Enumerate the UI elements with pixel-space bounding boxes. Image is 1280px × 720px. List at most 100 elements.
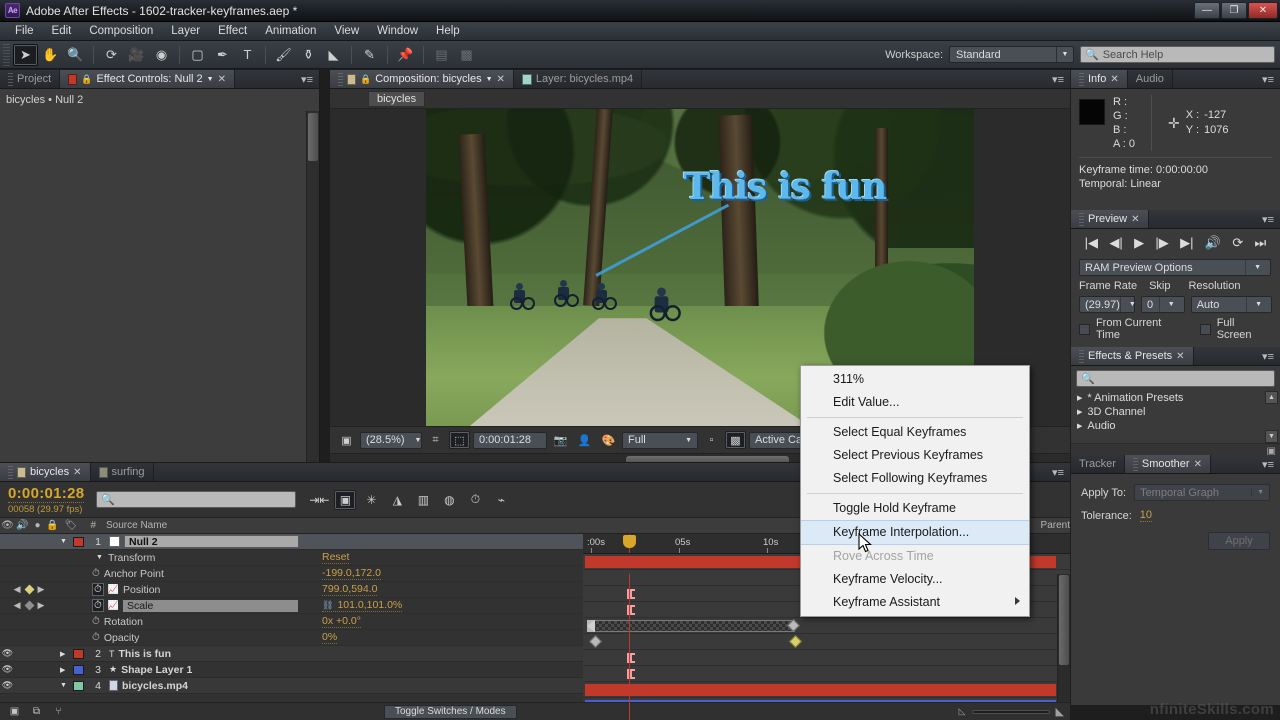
chevron-right-icon[interactable]: ▶ [1077, 408, 1082, 416]
effects-search-input[interactable]: 🔍 [1076, 370, 1275, 387]
zoom-out-icon[interactable]: ◺ [959, 706, 966, 717]
panel-menu-button[interactable]: ▾≡ [1256, 70, 1280, 88]
roto-brush-tool[interactable]: ✎ [357, 44, 382, 66]
context-menu-item[interactable]: Keyframe Assistant [801, 591, 1029, 614]
property-name[interactable]: Rotation [104, 616, 143, 628]
toggle-switches-modes-button[interactable]: Toggle Switches / Modes [384, 704, 517, 719]
menu-edit[interactable]: Edit [43, 23, 81, 39]
stopwatch-icon[interactable]: ⏱ [92, 568, 100, 579]
layer-duration-bar[interactable] [585, 684, 1056, 696]
graph-icon[interactable]: 📈 [108, 584, 119, 595]
pen-tool[interactable]: ✒ [210, 44, 235, 66]
layer-name[interactable]: This is fun [119, 648, 172, 660]
effect-controls-empty-area[interactable] [0, 111, 305, 462]
property-name[interactable]: Opacity [104, 632, 140, 644]
overlay-text-layer[interactable]: This is fun [684, 166, 888, 208]
always-preview-icon[interactable]: ▣ [336, 431, 357, 449]
property-name[interactable]: Anchor Point [104, 568, 164, 580]
layer-label-color[interactable] [73, 536, 84, 547]
previous-keyframe-icon[interactable]: ◀ [14, 600, 21, 611]
frame-rate-select[interactable]: (29.97) ▼ [1079, 296, 1136, 313]
property-name[interactable]: Scale [123, 599, 299, 612]
tolerance-value[interactable]: 10 [1139, 509, 1153, 522]
scrollbar-thumb[interactable] [308, 113, 318, 161]
zoom-tool[interactable]: 🔍 [63, 44, 88, 66]
chevron-right-icon[interactable]: ▶ [1077, 422, 1082, 430]
full-screen-checkbox[interactable] [1199, 323, 1211, 335]
graph-icon[interactable]: 📈 [108, 600, 119, 611]
menu-effect[interactable]: Effect [209, 23, 256, 39]
frame-blending-icon[interactable]: ◮ [386, 490, 408, 510]
search-help-input[interactable]: 🔍 Search Help [1080, 46, 1275, 63]
draft-3d-icon[interactable]: ▣ [334, 489, 357, 510]
menu-view[interactable]: View [325, 23, 368, 39]
layer-name[interactable]: bicycles.mp4 [122, 680, 188, 692]
from-current-time-checkbox[interactable] [1079, 323, 1090, 335]
tab-effect-controls[interactable]: 🔒 Effect Controls: Null 2 ▼ ✕ [60, 70, 235, 88]
comp-flowchart-icon[interactable]: ⧉ [28, 705, 45, 719]
stopwatch-icon[interactable]: ⏱ [92, 616, 100, 627]
take-snapshot-icon[interactable]: 📷 [550, 431, 571, 449]
brush-tool[interactable]: 🖌 [271, 44, 296, 66]
close-icon[interactable]: ✕ [1176, 351, 1184, 362]
property-value[interactable]: -199.0,172.0 [322, 567, 381, 579]
context-menu-item[interactable]: 311% [801, 368, 1029, 391]
skip-select[interactable]: 0 ▼ [1141, 296, 1185, 313]
keyframe-diamond[interactable] [589, 635, 602, 648]
eye-toggle[interactable]: 👁 [0, 664, 15, 675]
context-menu-item[interactable]: Keyframe Velocity... [801, 568, 1029, 591]
keyframe-navigator-diamond[interactable] [24, 584, 34, 595]
panel-menu-button[interactable]: ▾≡ [1256, 455, 1280, 473]
context-menu-item[interactable]: Select Following Keyframes [801, 467, 1029, 490]
magnification-select[interactable]: (28.5%) ▼ [360, 431, 422, 449]
cti-head-icon[interactable] [623, 535, 636, 548]
context-menu-item[interactable]: Toggle Hold Keyframe [801, 497, 1029, 520]
link-constrain-icon[interactable]: ⛓ [322, 600, 333, 611]
shape-tool[interactable]: ▢ [185, 44, 210, 66]
next-frame-button[interactable]: |▶ [1155, 235, 1168, 251]
apply-button[interactable]: Apply [1208, 532, 1270, 550]
previous-frame-button[interactable]: ◀| [1109, 235, 1122, 251]
tab-info[interactable]: Info ✕ [1071, 70, 1128, 88]
pan-behind-tool[interactable]: ◉ [149, 44, 174, 66]
keyframe-diamond[interactable] [789, 635, 802, 648]
audio-button[interactable]: 🔊 [1205, 235, 1221, 251]
zoom-in-icon[interactable]: ◣ [1056, 705, 1064, 718]
tab-preview[interactable]: Preview ✕ [1071, 210, 1149, 228]
ram-preview-button[interactable]: ⏭ [1255, 235, 1267, 251]
live-update-icon[interactable]: ⇥⇤ [308, 490, 330, 510]
eraser-tool[interactable]: ◣ [321, 44, 346, 66]
tab-project[interactable]: Project [0, 70, 61, 88]
zoom-slider-track[interactable] [971, 709, 1050, 714]
close-icon[interactable]: ✕ [73, 467, 81, 478]
menu-help[interactable]: Help [427, 23, 469, 39]
expand-triangle-icon[interactable]: ▶ [60, 666, 70, 674]
camera-tool[interactable]: 🎥 [124, 44, 149, 66]
expand-triangle-icon[interactable]: ▶ [60, 650, 70, 658]
transparency-grid-icon[interactable]: ▩ [725, 431, 746, 449]
context-menu-item[interactable]: Edit Value... [801, 391, 1029, 414]
stopwatch-icon[interactable]: ⏱ [92, 583, 104, 596]
panel-menu-button[interactable]: ▾≡ [1256, 210, 1280, 228]
close-icon[interactable]: ✕ [218, 74, 226, 85]
effects-list-item[interactable]: ▶ Audio [1071, 419, 1280, 433]
panel-menu-button[interactable]: ▾≡ [1046, 463, 1070, 481]
expand-triangle-icon[interactable]: ▼ [96, 554, 103, 561]
menu-window[interactable]: Window [368, 23, 427, 39]
previous-keyframe-icon[interactable]: ◀ [14, 584, 21, 595]
eye-toggle[interactable]: 👁 [0, 680, 15, 691]
current-time-field[interactable]: 0:00:01:28 [473, 431, 547, 449]
timeline-time-display[interactable]: 0:00:01:28 00058 (29.97 fps) [0, 485, 85, 515]
close-button[interactable]: ✕ [1248, 2, 1278, 19]
graph-editor-icon[interactable]: ⌁ [490, 490, 512, 510]
next-keyframe-icon[interactable]: ▶ [38, 600, 45, 611]
resolution-select[interactable]: Auto ▼ [1190, 296, 1272, 313]
property-name[interactable]: Position [123, 584, 160, 596]
breadcrumb-chip-bicycles[interactable]: bicycles [368, 90, 426, 107]
stopwatch-icon[interactable]: ⏱ [92, 632, 100, 643]
stopwatch-icon[interactable]: ⏱ [92, 599, 104, 612]
hide-shy-layers-icon[interactable]: ✳ [360, 490, 382, 510]
menu-layer[interactable]: Layer [162, 23, 209, 39]
context-menu-item[interactable]: Keyframe Interpolation... [801, 520, 1029, 545]
tab-composition-bicycles[interactable]: 🔒 Composition: bicycles ▼ ✕ [330, 70, 514, 88]
